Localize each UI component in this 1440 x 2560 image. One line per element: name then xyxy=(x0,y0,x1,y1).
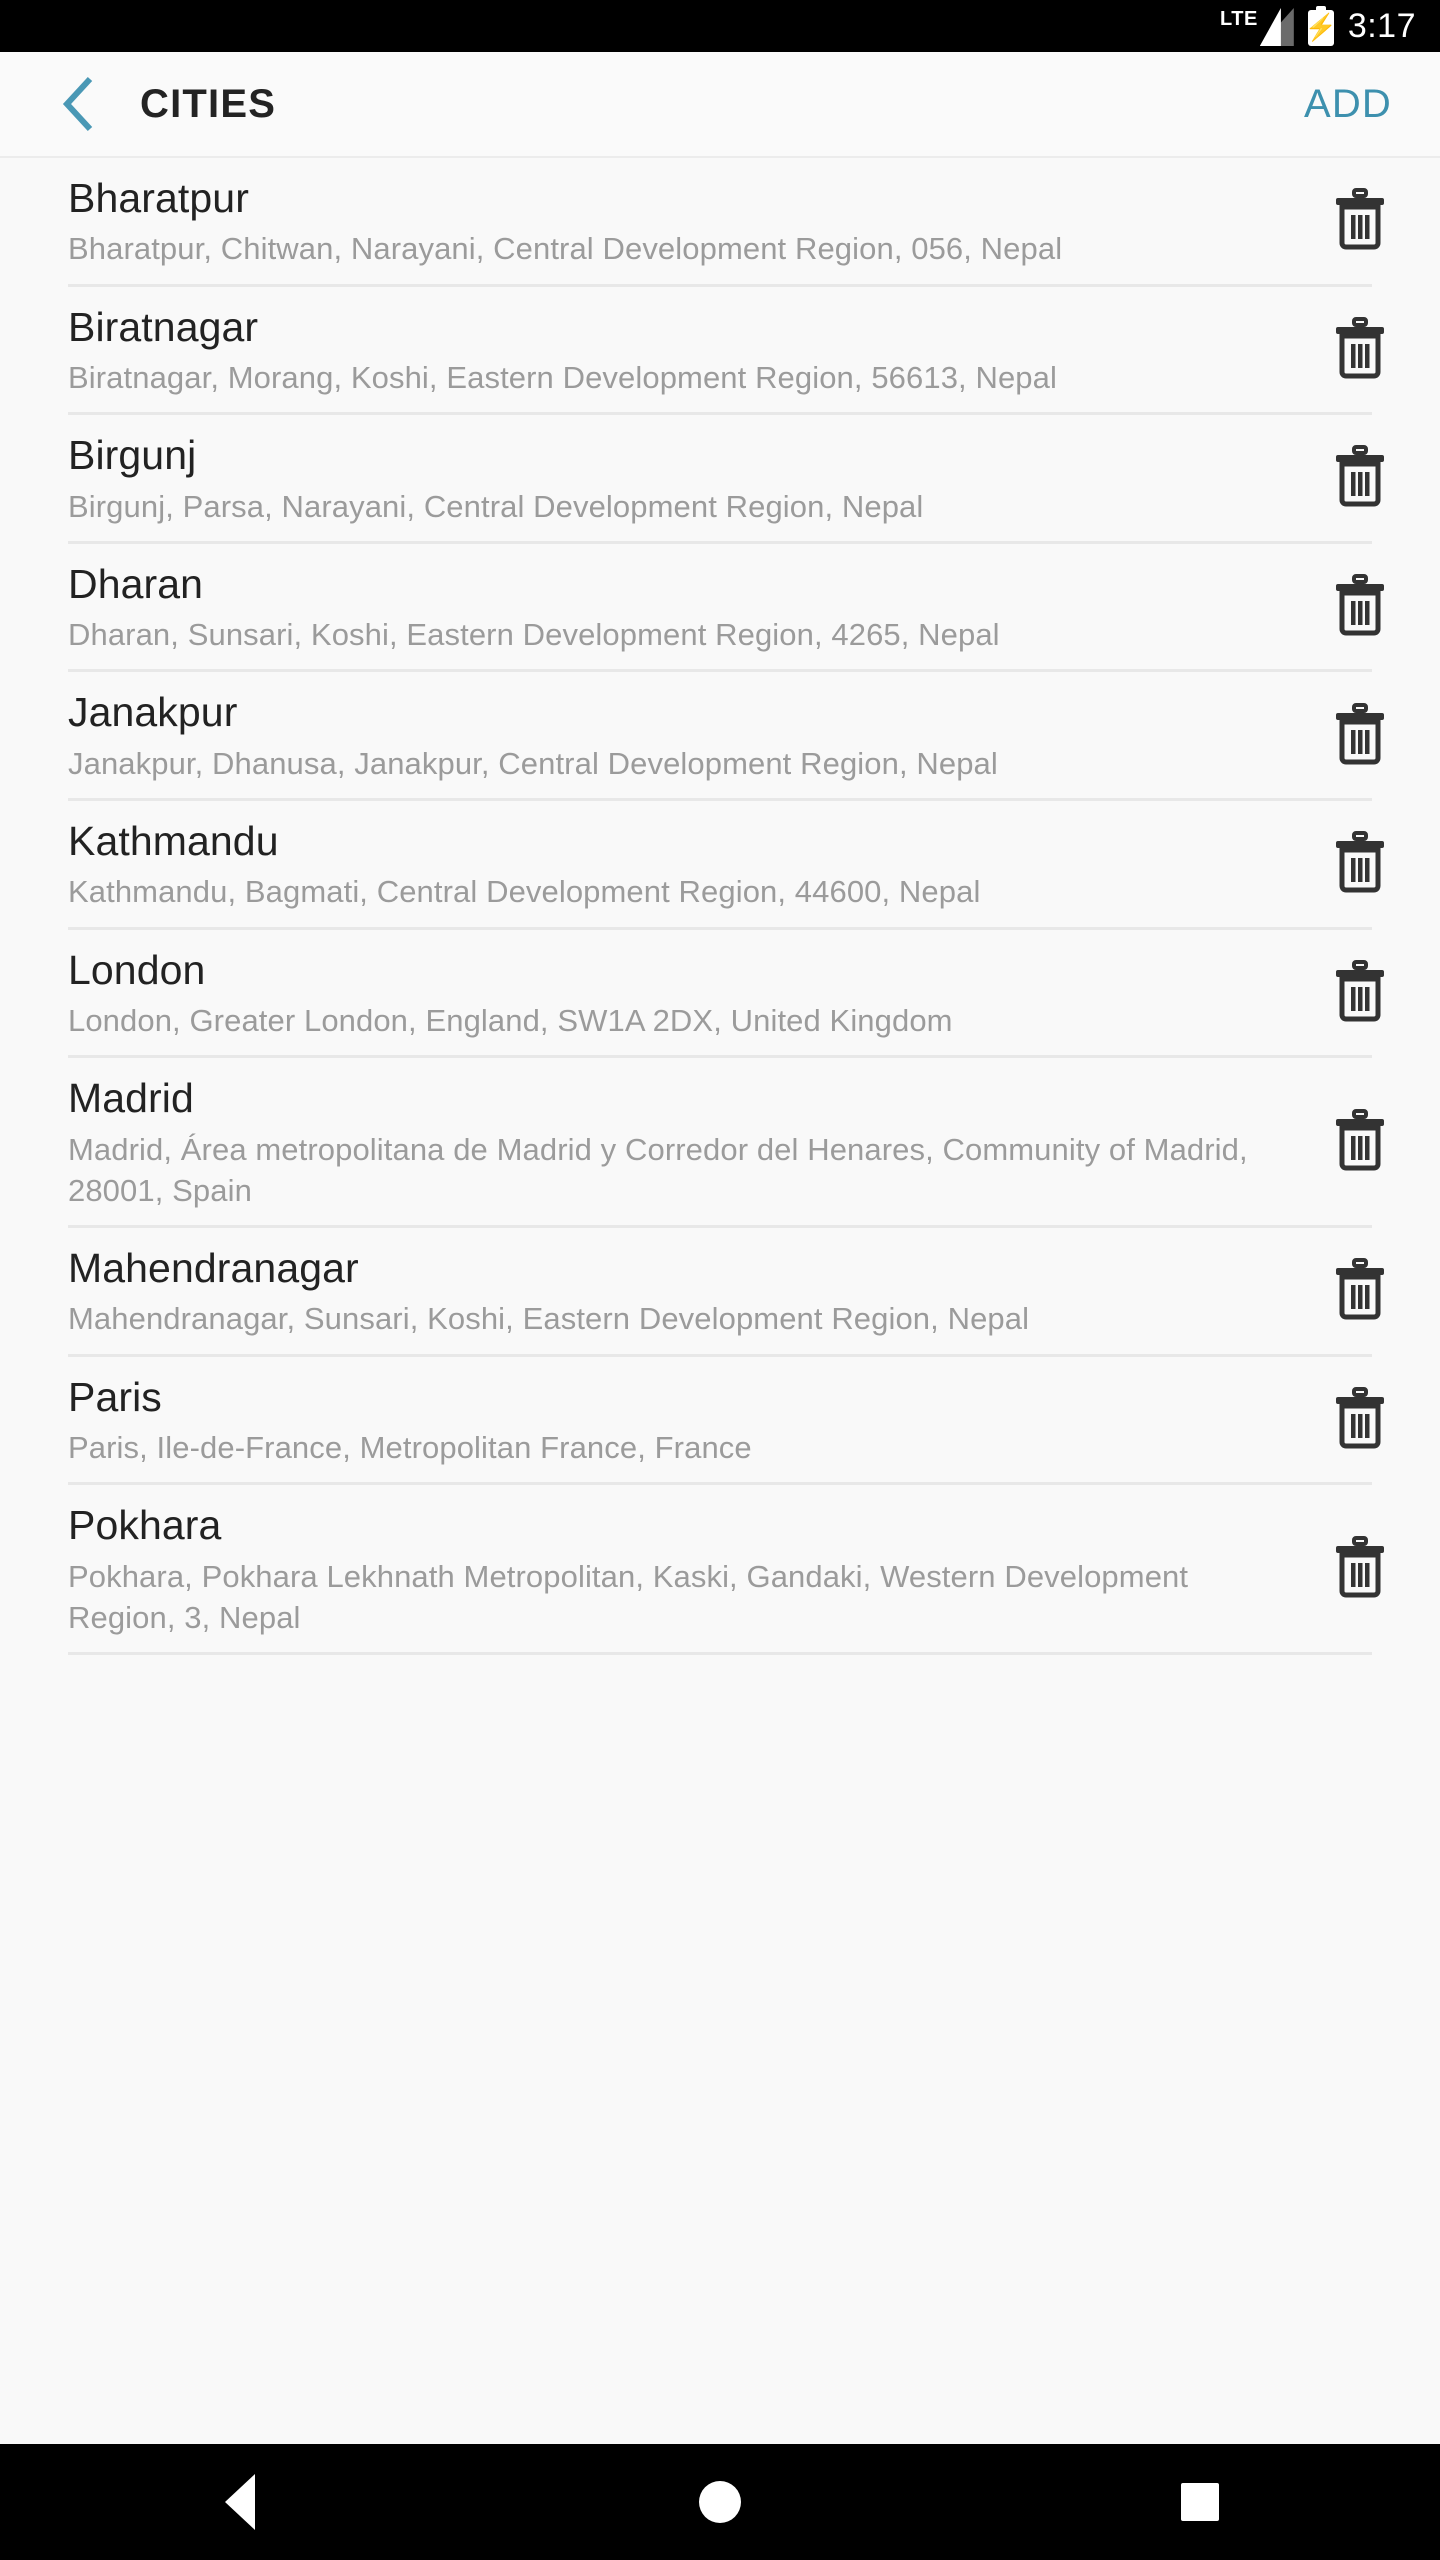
city-address: Madrid, Área metropolitana de Madrid y C… xyxy=(68,1131,1248,1208)
add-button[interactable]: ADD xyxy=(1304,82,1392,127)
delete-city-button[interactable] xyxy=(1280,1501,1440,1652)
trash-icon xyxy=(1333,831,1387,898)
city-name: Pokhara xyxy=(68,1502,222,1549)
back-button[interactable] xyxy=(44,69,114,139)
city-list[interactable]: Bharatpur Bharatpur, Chitwan, Narayani, C… xyxy=(0,158,1440,1655)
delete-city-button[interactable] xyxy=(1280,560,1440,670)
network-status: LTE xyxy=(1220,6,1294,46)
city-address: London, Greater London, England, SW1A 2D… xyxy=(68,1002,953,1038)
delete-city-button[interactable] xyxy=(1280,1074,1440,1225)
city-address: Pokhara, Pokhara Lekhnath Metropolitan, … xyxy=(68,1558,1189,1635)
trash-icon xyxy=(1333,1109,1387,1176)
trash-icon xyxy=(1333,959,1387,1027)
status-bar: LTE ⚡ 3:17 xyxy=(0,0,1440,52)
delete-city-button[interactable] xyxy=(1280,946,1440,1056)
network-type-label: LTE xyxy=(1220,8,1258,30)
city-list-item[interactable]: Pokhara Pokhara, Pokhara Lekhnath Metropo… xyxy=(0,1485,1440,1652)
city-text-block: Kathmandu Kathmandu, Bagmati, Central Dev… xyxy=(0,817,1280,927)
trash-icon xyxy=(1333,1386,1387,1454)
nav-recents-button[interactable] xyxy=(1100,2444,1300,2560)
city-text-block: Pokhara Pokhara, Pokhara Lekhnath Metropo… xyxy=(0,1501,1280,1652)
nav-home-button[interactable] xyxy=(620,2444,820,2560)
city-name: Mahendranagar xyxy=(68,1244,359,1291)
trash-icon xyxy=(1333,1258,1387,1325)
city-name: Kathmandu xyxy=(68,817,279,864)
city-address: Biratnagar, Morang, Koshi, Eastern Devel… xyxy=(68,359,1057,395)
city-list-item[interactable]: Bharatpur Bharatpur, Chitwan, Narayani, C… xyxy=(0,158,1440,284)
city-text-block: Bharatpur Bharatpur, Chitwan, Narayani, C… xyxy=(0,174,1280,284)
delete-city-button[interactable] xyxy=(1280,688,1440,798)
city-text-block: Mahendranagar Mahendranagar, Sunsari, Kos… xyxy=(0,1244,1280,1354)
signal-bars-icon xyxy=(1259,8,1294,46)
delete-city-button[interactable] xyxy=(1280,1244,1440,1354)
city-list-item[interactable]: Mahendranagar Mahendranagar, Sunsari, Kos… xyxy=(0,1228,1440,1354)
city-list-item[interactable]: Birgunj Birgunj, Parsa, Narayani, Central… xyxy=(0,415,1440,541)
delete-city-button[interactable] xyxy=(1280,1373,1440,1483)
trash-icon xyxy=(1333,1536,1387,1603)
city-address: Birgunj, Parsa, Narayani, Central Develo… xyxy=(68,488,924,524)
list-divider xyxy=(68,1651,1372,1655)
city-name: Biratnagar xyxy=(68,303,259,350)
city-address: Dharan, Sunsari, Koshi, Eastern Developm… xyxy=(68,617,1000,653)
delete-city-button[interactable] xyxy=(1280,174,1440,284)
android-navigation-bar xyxy=(0,2444,1440,2560)
city-name: Paris xyxy=(68,1373,162,1420)
city-text-block: Madrid Madrid, Área metropolitana de Madr… xyxy=(0,1074,1280,1225)
city-list-item[interactable]: Kathmandu Kathmandu, Bagmati, Central Dev… xyxy=(0,801,1440,927)
trash-icon xyxy=(1333,445,1387,512)
city-name: London xyxy=(68,946,206,993)
city-text-block: Dharan Dharan, Sunsari, Koshi, Eastern De… xyxy=(0,560,1280,670)
chevron-left-icon xyxy=(57,73,101,135)
city-text-block: Paris Paris, Ile-de-France, Metropolitan … xyxy=(0,1373,1280,1483)
city-list-item[interactable]: Biratnagar Biratnagar, Morang, Koshi, Eas… xyxy=(0,287,1440,413)
city-text-block: Birgunj Birgunj, Parsa, Narayani, Central… xyxy=(0,431,1280,541)
status-bar-clock: 3:17 xyxy=(1347,7,1416,45)
trash-icon xyxy=(1333,316,1387,384)
delete-city-button[interactable] xyxy=(1280,817,1440,927)
trash-icon xyxy=(1333,702,1387,770)
city-address: Kathmandu, Bagmati, Central Development … xyxy=(68,874,981,910)
city-list-item[interactable]: Madrid Madrid, Área metropolitana de Madr… xyxy=(0,1058,1440,1225)
city-name: Janakpur xyxy=(68,689,238,736)
nav-back-button[interactable] xyxy=(140,2444,340,2560)
square-recents-icon xyxy=(1181,2483,1219,2521)
city-name: Birgunj xyxy=(68,432,197,479)
city-address: Janakpur, Dhanusa, Janakpur, Central Dev… xyxy=(68,745,998,781)
trash-icon xyxy=(1333,574,1387,641)
battery-charging-icon: ⚡ xyxy=(1305,6,1337,46)
city-list-item[interactable]: Janakpur Janakpur, Dhanusa, Janakpur, Cen… xyxy=(0,672,1440,798)
city-name: Dharan xyxy=(68,560,204,607)
app-bar: CITIES ADD xyxy=(0,52,1440,158)
city-list-item[interactable]: Paris Paris, Ile-de-France, Metropolitan … xyxy=(0,1357,1440,1483)
city-text-block: London London, Greater London, England, S… xyxy=(0,946,1280,1056)
page-title: CITIES xyxy=(140,81,277,126)
triangle-back-icon xyxy=(225,2474,255,2530)
city-text-block: Biratnagar Biratnagar, Morang, Koshi, Eas… xyxy=(0,303,1280,413)
city-text-block: Janakpur Janakpur, Dhanusa, Janakpur, Cen… xyxy=(0,688,1280,798)
city-name: Madrid xyxy=(68,1075,194,1122)
city-address: Paris, Ile-de-France, Metropolitan Franc… xyxy=(68,1429,752,1465)
trash-icon xyxy=(1333,188,1387,255)
delete-city-button[interactable] xyxy=(1280,303,1440,413)
city-list-item[interactable]: London London, Greater London, England, S… xyxy=(0,930,1440,1056)
delete-city-button[interactable] xyxy=(1280,431,1440,541)
city-address: Mahendranagar, Sunsari, Koshi, Eastern D… xyxy=(68,1301,1030,1337)
circle-home-icon xyxy=(699,2481,741,2523)
city-name: Bharatpur xyxy=(68,175,249,221)
city-address: Bharatpur, Chitwan, Narayani, Central De… xyxy=(68,231,1063,267)
city-list-item[interactable]: Dharan Dharan, Sunsari, Koshi, Eastern De… xyxy=(0,544,1440,670)
